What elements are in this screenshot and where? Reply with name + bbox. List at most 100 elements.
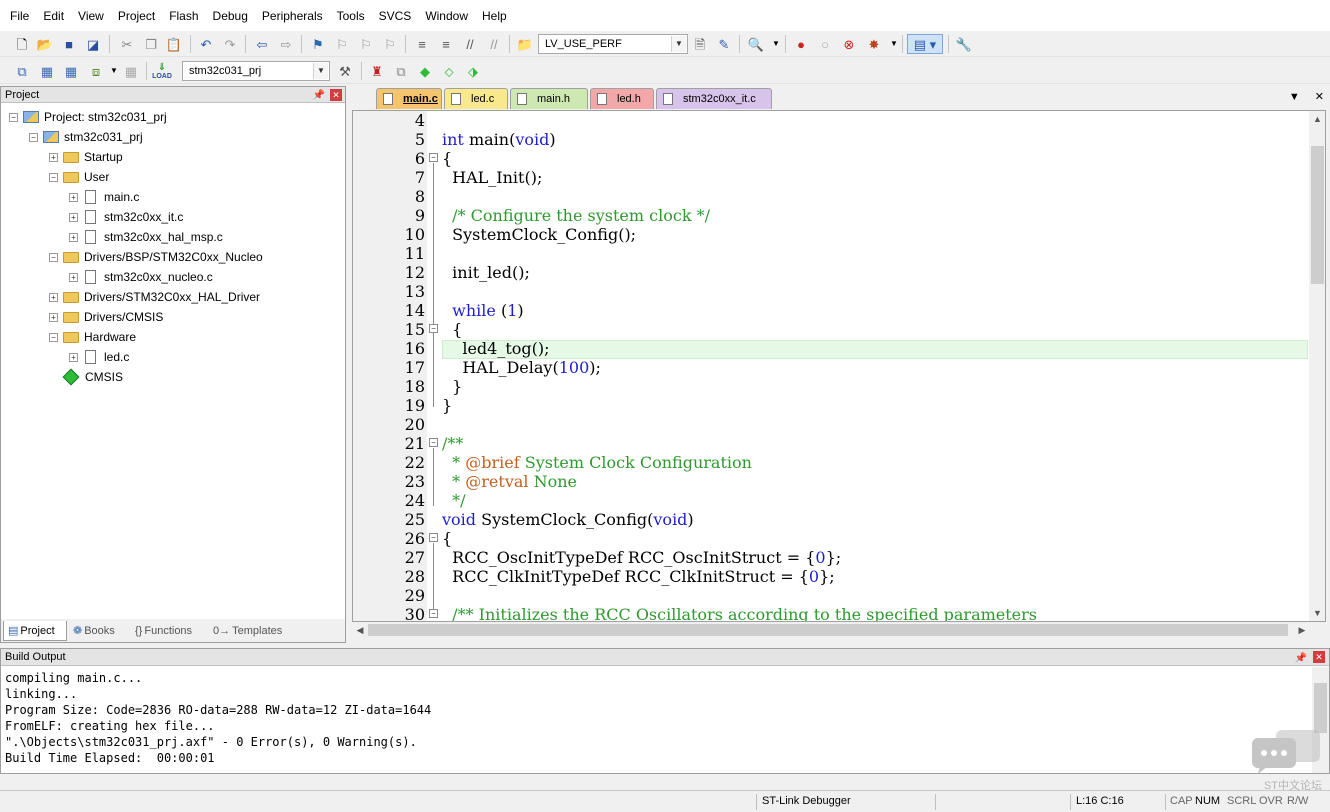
stop-build-icon[interactable]: ▦ xyxy=(121,61,141,81)
nav-forward-icon[interactable]: ⇨ xyxy=(276,34,296,54)
translate-icon[interactable]: ⧉ xyxy=(12,61,32,81)
code-editor[interactable]: 4 5 6 7 8 9 10 11 12 13 14 15 16 17 18 19 20 21 22 23 24 25 26… xyxy=(352,110,1326,622)
save-icon[interactable]: ■ xyxy=(59,34,79,54)
expand-icon[interactable]: + xyxy=(49,312,58,322)
close-icon[interactable]: ✕ xyxy=(1313,651,1325,663)
chevron-down-icon[interactable]: ▼ xyxy=(671,36,686,52)
open-file-icon[interactable]: 📂 xyxy=(35,34,55,54)
fold-icon[interactable]: − xyxy=(429,153,438,162)
menu-tools[interactable]: Tools xyxy=(330,0,372,32)
tree-item-it-c[interactable]: + stm32c0xx_it.c xyxy=(69,207,183,227)
editor-vertical-scrollbar[interactable]: ▲ ▼ xyxy=(1309,111,1325,621)
expand-icon[interactable]: + xyxy=(69,232,78,242)
tree-item-nucleo-c[interactable]: + stm32c0xx_nucleo.c xyxy=(69,267,213,287)
chevron-down-icon[interactable]: ▼ xyxy=(313,63,328,79)
disable-breakpoint-icon[interactable]: ○ xyxy=(815,34,835,54)
tree-item-hal-msp-c[interactable]: + stm32c0xx_hal_msp.c xyxy=(69,227,223,247)
manage-project-icon[interactable]: ♜ xyxy=(367,61,387,81)
disable-all-breakpoints-icon[interactable]: ⊗ xyxy=(839,34,859,54)
menu-help[interactable]: Help xyxy=(475,0,514,32)
close-icon[interactable]: ✕ xyxy=(1315,91,1324,103)
undo-icon[interactable]: ↶ xyxy=(196,34,216,54)
bookmark-icon[interactable]: ⚑ xyxy=(308,34,328,54)
build-icon[interactable]: ▦ xyxy=(37,61,57,81)
manage-rte-icon[interactable]: ◆ xyxy=(415,61,435,81)
incremental-find-icon[interactable]: ✎ xyxy=(714,34,734,54)
collapse-icon[interactable]: − xyxy=(49,252,58,262)
tab-project[interactable]: ▤ Project xyxy=(3,621,67,641)
tab-led-c[interactable]: led.c xyxy=(444,88,508,109)
select-packs-icon[interactable]: ⧉ xyxy=(391,61,411,81)
pin-icon[interactable]: 📌 xyxy=(1295,650,1307,667)
close-icon[interactable]: ✕ xyxy=(330,89,342,101)
expand-icon[interactable]: + xyxy=(69,212,78,222)
target-options-icon[interactable]: ⚒ xyxy=(335,61,355,81)
tree-item-drivers-cmsis[interactable]: + Drivers/CMSIS xyxy=(49,307,163,327)
load-icon[interactable]: ⇓ LOAD xyxy=(152,61,172,81)
tree-item-bsp[interactable]: − Drivers/BSP/STM32C0xx_Nucleo xyxy=(49,247,263,267)
tab-led-h[interactable]: led.h xyxy=(590,88,654,109)
tab-books[interactable]: ❁ Books xyxy=(69,621,127,641)
clear-bookmarks-icon[interactable]: ⚐ xyxy=(380,34,400,54)
configure-icon[interactable]: 🔧 xyxy=(954,34,974,54)
collapse-icon[interactable]: − xyxy=(49,332,58,342)
tree-item-cmsis[interactable]: CMSIS xyxy=(62,367,123,387)
copy-icon[interactable]: ❐ xyxy=(141,34,161,54)
tab-list-icon[interactable]: ▼ xyxy=(1289,91,1300,103)
fold-icon[interactable]: − xyxy=(429,438,438,447)
fold-icon[interactable]: − xyxy=(429,609,438,618)
uncomment-icon[interactable]: // xyxy=(484,34,504,54)
scroll-right-icon[interactable]: ▶ xyxy=(1294,622,1310,638)
rebuild-icon[interactable]: ▦ xyxy=(61,61,81,81)
menu-flash[interactable]: Flash xyxy=(162,0,205,32)
tree-item-led-c[interactable]: + led.c xyxy=(69,347,129,367)
fold-icon[interactable]: − xyxy=(429,533,438,542)
tree-item-user[interactable]: − User xyxy=(49,167,109,187)
next-bookmark-icon[interactable]: ⚐ xyxy=(356,34,376,54)
menu-project[interactable]: Project xyxy=(111,0,162,32)
expand-icon[interactable]: + xyxy=(69,272,78,282)
indent-icon[interactable]: ≡ xyxy=(412,34,432,54)
menu-peripherals[interactable]: Peripherals xyxy=(255,0,330,32)
chevron-down-icon[interactable]: ▼ xyxy=(766,34,786,54)
scroll-thumb[interactable] xyxy=(1311,146,1324,284)
collapse-icon[interactable]: − xyxy=(9,112,18,122)
tree-item-main-c[interactable]: + main.c xyxy=(69,187,139,207)
unindent-icon[interactable]: ≡ xyxy=(436,34,456,54)
find-icon[interactable]: 🗎 xyxy=(690,34,710,54)
editor-horizontal-scrollbar[interactable]: ◀ ▶ xyxy=(350,622,1310,638)
scroll-up-icon[interactable]: ▲ xyxy=(1309,111,1325,127)
expand-icon[interactable]: + xyxy=(69,352,78,362)
tab-functions[interactable]: {} Functions xyxy=(131,621,207,641)
scroll-left-icon[interactable]: ◀ xyxy=(352,622,368,638)
save-all-icon[interactable]: ◪ xyxy=(83,34,103,54)
collapse-icon[interactable]: − xyxy=(29,132,38,142)
fold-icon[interactable]: − xyxy=(429,324,438,333)
find-in-files-icon[interactable]: 📁 xyxy=(515,34,535,54)
tree-item-target[interactable]: − stm32c031_prj xyxy=(29,127,143,147)
scroll-down-icon[interactable]: ▼ xyxy=(1309,605,1325,621)
tab-templates[interactable]: 0→ Templates xyxy=(209,621,289,641)
menu-debug[interactable]: Debug xyxy=(206,0,255,32)
menu-edit[interactable]: Edit xyxy=(36,0,71,32)
update-packs-icon[interactable]: ⬗ xyxy=(463,61,483,81)
paste-icon[interactable]: 📋 xyxy=(164,34,184,54)
redo-icon[interactable]: ↷ xyxy=(220,34,240,54)
tab-main-c[interactable]: main.c xyxy=(376,88,442,109)
tab-main-h[interactable]: main.h xyxy=(510,88,588,109)
collapse-icon[interactable]: − xyxy=(49,172,58,182)
tab-it-c[interactable]: stm32c0xx_it.c xyxy=(656,88,772,109)
find-combo[interactable]: LV_USE_PERF ▼ xyxy=(538,34,688,54)
expand-icon[interactable]: + xyxy=(49,152,58,162)
prev-bookmark-icon[interactable]: ⚐ xyxy=(332,34,352,54)
expand-icon[interactable]: + xyxy=(49,292,58,302)
menu-svcs[interactable]: SVCS xyxy=(372,0,419,32)
batch-build-icon[interactable]: ⧈ xyxy=(86,61,106,81)
expand-icon[interactable]: + xyxy=(69,192,78,202)
pin-icon[interactable]: 📌 xyxy=(313,88,325,104)
new-file-icon[interactable]: 🗋 xyxy=(12,34,32,54)
tree-item-hardware[interactable]: − Hardware xyxy=(49,327,136,347)
menu-window[interactable]: Window xyxy=(418,0,475,32)
window-layout-icon[interactable]: ▤ ▾ xyxy=(907,34,943,54)
tree-item-startup[interactable]: + Startup xyxy=(49,147,123,167)
